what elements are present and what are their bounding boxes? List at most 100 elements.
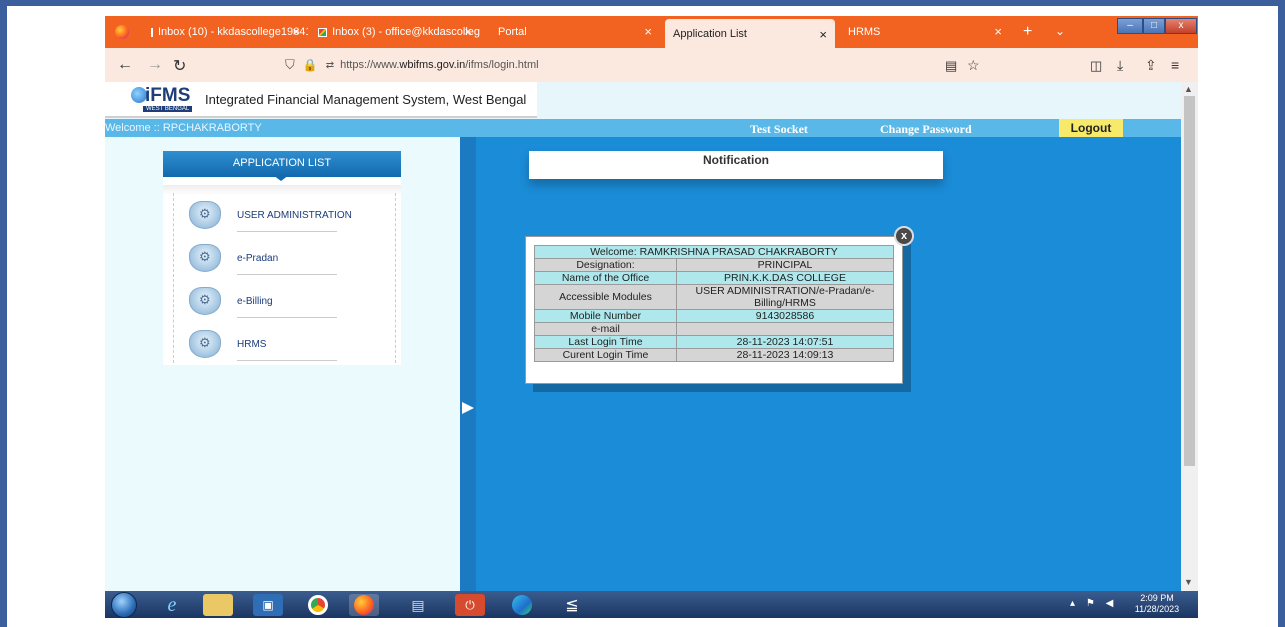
- user-info-table: Welcome: RAMKRISHNA PRASAD CHAKRABORTY D…: [534, 245, 894, 362]
- start-button[interactable]: [111, 592, 137, 618]
- divider: [395, 193, 396, 363]
- app-item-hrms[interactable]: ⚙ HRMS: [189, 330, 389, 368]
- edge-icon[interactable]: [507, 594, 537, 616]
- forward-icon[interactable]: →: [147, 56, 163, 74]
- app-item-label: e-Pradan: [237, 253, 279, 264]
- new-tab-icon[interactable]: +: [1023, 23, 1032, 41]
- gear-icon: ⚙: [189, 201, 221, 229]
- gear-icon: ⚙: [189, 244, 221, 272]
- close-tab-icon[interactable]: ×: [292, 24, 300, 39]
- close-tab-icon[interactable]: ×: [994, 24, 1002, 39]
- scanner-app-icon[interactable]: ≦: [557, 594, 587, 616]
- maximize-icon[interactable]: □: [1143, 18, 1165, 34]
- tab-portal[interactable]: Portal ×: [490, 16, 660, 48]
- tab-hrms[interactable]: HRMS ×: [840, 16, 1010, 48]
- menu-icon[interactable]: ≡: [1171, 57, 1179, 73]
- row-value: PRIN.K.K.DAS COLLEGE: [676, 271, 894, 285]
- reader-view-icon[interactable]: ▤: [945, 58, 957, 74]
- popup-close-button[interactable]: x: [894, 226, 914, 246]
- row-value: USER ADMINISTRATION/e-Pradan/e-Billing/H…: [676, 284, 894, 310]
- tab-list-chevron-icon[interactable]: ⌄: [1055, 24, 1065, 38]
- app-item-e-billing[interactable]: ⚙ e-Billing: [189, 287, 389, 325]
- table-row: Mobile Number 9143028586: [534, 309, 894, 323]
- url-bar[interactable]: ⛉ 🔒 ⇄ https://www.wbifms.gov.in/ifms/log…: [285, 53, 990, 77]
- frame-border-top: [0, 0, 1285, 6]
- ifms-logo: iFMS WEST BENGAL: [129, 85, 197, 115]
- logout-button[interactable]: Logout: [1059, 119, 1123, 137]
- divider: [237, 231, 337, 232]
- divider: [173, 193, 174, 363]
- row-key: Mobile Number: [534, 309, 677, 323]
- collapse-arrow-icon[interactable]: [462, 402, 474, 414]
- tab-inbox-2[interactable]: Inbox (3) - office@kkdascolleg ×: [310, 16, 480, 48]
- screenshot-frame: Inbox (10) - kkdascollege19641 × Inbox (…: [0, 0, 1285, 627]
- scrollbar-thumb[interactable]: [1184, 96, 1195, 466]
- test-socket-link[interactable]: Test Socket: [750, 122, 808, 137]
- clock-date: 11/28/2023: [1134, 604, 1180, 614]
- welcome-user: Welcome :: RPCHAKRABORTY: [105, 122, 262, 134]
- web-page: iFMS WEST BENGAL Integrated Financial Ma…: [105, 82, 1181, 591]
- row-value: [676, 322, 894, 336]
- speaker-icon[interactable]: ◀: [1106, 598, 1114, 609]
- bookmark-star-icon[interactable]: ☆: [967, 57, 980, 74]
- site-header: iFMS WEST BENGAL Integrated Financial Ma…: [105, 82, 1181, 119]
- media-player-icon[interactable]: ▣: [253, 594, 283, 616]
- close-tab-icon[interactable]: ×: [644, 24, 652, 39]
- system-tray: ▴ ⚑ ◀: [1070, 598, 1113, 609]
- app-item-e-pradan[interactable]: ⚙ e-Pradan: [189, 244, 389, 282]
- share-icon[interactable]: ⇪: [1145, 57, 1157, 74]
- chrome-icon[interactable]: [303, 594, 333, 616]
- download-icon[interactable]: ⤓: [1117, 57, 1123, 74]
- pane-divider[interactable]: [460, 137, 476, 591]
- left-pane: APPLICATION LIST ⚙ USER ADMINISTRATION ⚙…: [105, 137, 460, 591]
- table-row: Designation: PRINCIPAL: [534, 258, 894, 272]
- browser-tab-bar: Inbox (10) - kkdascollege19641 × Inbox (…: [105, 16, 1198, 48]
- table-row: Name of the Office PRIN.K.K.DAS COLLEGE: [534, 271, 894, 285]
- notification-title: Notification: [703, 153, 769, 167]
- back-icon[interactable]: ←: [117, 56, 133, 74]
- reload-icon[interactable]: ↻: [173, 56, 186, 76]
- tab-label: Application List: [673, 27, 747, 40]
- scroll-down-icon[interactable]: ▼: [1184, 577, 1193, 587]
- gear-icon: ⚙: [189, 330, 221, 358]
- minimize-icon[interactable]: –: [1117, 18, 1143, 34]
- frame-border-right: [1278, 0, 1285, 627]
- app-item-label: e-Billing: [237, 296, 273, 307]
- tab-application-list[interactable]: Application List ×: [665, 19, 835, 48]
- logo-subtext: WEST BENGAL: [143, 106, 193, 112]
- close-tab-icon[interactable]: ×: [819, 27, 827, 42]
- logo-box: iFMS WEST BENGAL Integrated Financial Ma…: [105, 82, 537, 118]
- change-password-link[interactable]: Change Password: [880, 122, 972, 137]
- row-key: Curent Login Time: [534, 348, 677, 362]
- close-window-icon[interactable]: x: [1165, 18, 1197, 34]
- pocket-icon[interactable]: ◫: [1090, 58, 1102, 74]
- scroll-up-icon[interactable]: ▲: [1184, 84, 1193, 94]
- tab-label: Inbox (3) - office@kkdascolleg: [332, 26, 480, 38]
- divider: [237, 360, 337, 361]
- gear-icon: ⚙: [189, 287, 221, 315]
- firefox-icon: [115, 25, 129, 42]
- tab-label: Portal: [498, 26, 527, 38]
- clock-time: 2:09 PM: [1140, 593, 1174, 603]
- row-key: e-mail: [534, 322, 677, 336]
- page-scrollbar[interactable]: ▲ ▼: [1181, 82, 1198, 591]
- power-app-icon[interactable]: ⏻: [455, 594, 485, 616]
- divider: [237, 317, 337, 318]
- divider: [163, 185, 401, 195]
- close-tab-icon[interactable]: ×: [464, 24, 472, 39]
- network-icon[interactable]: ▤: [403, 594, 433, 616]
- tab-inbox-1[interactable]: Inbox (10) - kkdascollege19641 ×: [143, 16, 308, 48]
- welcome-row: Welcome: RAMKRISHNA PRASAD CHAKRABORTY: [534, 245, 894, 259]
- row-key: Accessible Modules: [534, 284, 677, 310]
- row-value: PRINCIPAL: [676, 258, 894, 272]
- table-row: e-mail: [534, 322, 894, 336]
- taskbar-clock[interactable]: 2:09 PM 11/28/2023: [1120, 593, 1194, 615]
- table-row: Accessible Modules USER ADMINISTRATION/e…: [534, 284, 894, 310]
- notification-box: Notification: [529, 151, 943, 179]
- tray-expand-icon[interactable]: ▴: [1070, 598, 1075, 609]
- app-item-user-administration[interactable]: ⚙ USER ADMINISTRATION: [189, 201, 389, 239]
- internet-explorer-icon[interactable]: e: [157, 594, 187, 616]
- firefox-taskbar-icon[interactable]: [349, 594, 379, 616]
- flag-icon[interactable]: ⚑: [1086, 598, 1095, 609]
- file-explorer-icon[interactable]: [203, 594, 233, 616]
